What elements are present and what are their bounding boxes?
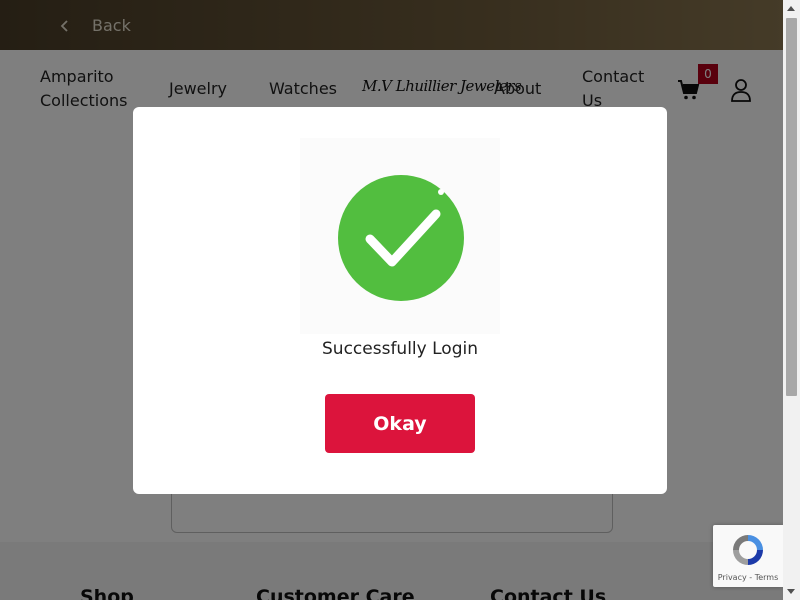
recaptcha-links[interactable]: Privacy - Terms: [713, 573, 783, 582]
recaptcha-icon: [729, 531, 767, 569]
scroll-up-arrow-icon[interactable]: [787, 6, 795, 11]
okay-button[interactable]: Okay: [325, 394, 475, 453]
page-scrollbar[interactable]: [783, 0, 800, 600]
check-circle-icon: [300, 138, 500, 334]
success-message: Successfully Login: [322, 339, 478, 359]
success-modal: Successfully Login Okay: [133, 107, 667, 494]
scroll-down-arrow-icon[interactable]: [787, 589, 795, 594]
scroll-thumb[interactable]: [786, 18, 797, 396]
recaptcha-badge[interactable]: Privacy - Terms: [713, 525, 783, 587]
